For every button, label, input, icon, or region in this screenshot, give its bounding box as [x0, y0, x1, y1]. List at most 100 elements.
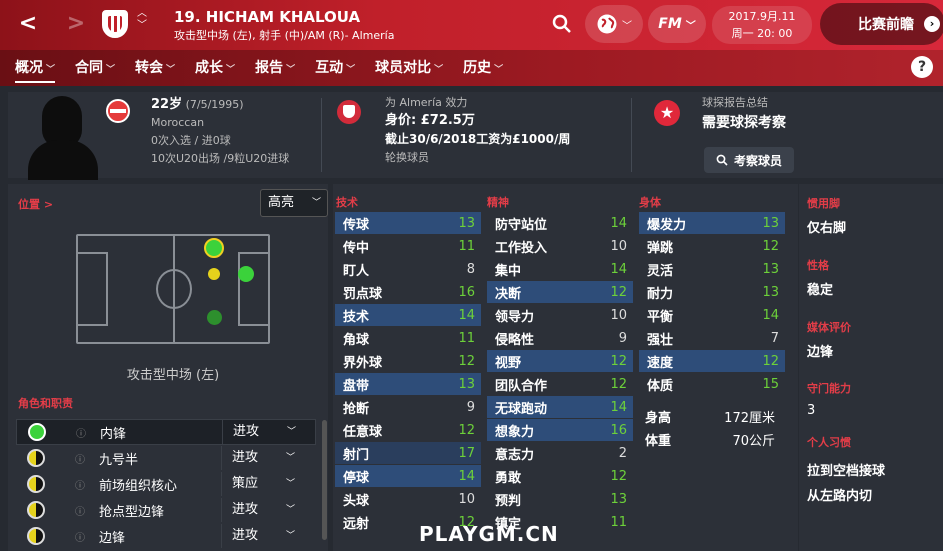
attribute-row[interactable]: 传中 11 [335, 235, 481, 257]
info-icon[interactable]: ⓘ [75, 477, 89, 492]
attribute-row[interactable]: 平衡 14 [639, 304, 785, 326]
attribute-row[interactable]: 技术 14 [335, 304, 481, 326]
role-name: 九号半 [99, 452, 139, 468]
attribute-row[interactable]: 团队合作 12 [487, 373, 633, 395]
scout-info: 球探报告总结 需要球探考察 [702, 94, 786, 133]
attribute-row[interactable]: 射门 17 [335, 442, 481, 464]
attribute-value: 12 [610, 353, 627, 369]
info-icon[interactable]: ⓘ [75, 503, 89, 518]
chevron-down-icon: ﹀ [434, 65, 444, 75]
role-row[interactable]: ⓘ 九号半 进攻 ﹀ [16, 445, 316, 471]
forward-arrow-icon[interactable]: > [64, 10, 88, 38]
attributes-panel: 技术 精神 身体 传球 13 传中 11 盯人 8 罚点球 16 技术 14 角球 11 界外球 12 盘带… [333, 184, 798, 551]
player-nationality[interactable]: Moroccan [151, 114, 289, 132]
attribute-row[interactable]: 停球 14 [335, 465, 481, 487]
attribute-row[interactable]: 侵略性 9 [487, 327, 633, 349]
plays-for[interactable]: 为 Almería 效力 [385, 94, 570, 112]
continue-button[interactable]: 比赛前瞻 › [820, 3, 943, 45]
tab-transfer[interactable]: 转会 ﹀ [135, 50, 175, 86]
attribute-row[interactable]: 想象力 16 [487, 419, 633, 441]
scout-player-button[interactable]: 考察球员 [704, 147, 794, 173]
attribute-row[interactable]: 领导力 10 [487, 304, 633, 326]
duty-dropdown[interactable]: 策应 ﹀ [221, 472, 303, 496]
technical-heading: 技术 [336, 196, 358, 209]
game-date[interactable]: 2017.9月.11 周一 20: 00 [712, 6, 812, 44]
role-row[interactable]: ⓘ 前场组织核心 策应 ﹀ [16, 471, 316, 497]
player-age: 22岁 [151, 97, 183, 112]
fm-menu-button[interactable]: FM ﹀ [648, 5, 706, 43]
attribute-row[interactable]: 视野 12 [487, 350, 633, 372]
attribute-row[interactable]: 任意球 12 [335, 419, 481, 441]
tab-overview[interactable]: 概况 ﹀ [15, 50, 56, 86]
attribute-row[interactable]: 速度 12 [639, 350, 785, 372]
tab-contract[interactable]: 合同 ﹀ [75, 50, 115, 86]
role-row[interactable]: ⓘ 边锋 进攻 ﹀ [16, 523, 316, 549]
help-icon[interactable]: ? [911, 56, 933, 78]
tab-development[interactable]: 成长 ﹀ [195, 50, 235, 86]
attribute-row[interactable]: 强壮 7 [639, 327, 785, 349]
attribute-row[interactable]: 防守站位 14 [487, 212, 633, 234]
attribute-row[interactable]: 耐力 13 [639, 281, 785, 303]
attribute-row[interactable]: 头球 10 [335, 488, 481, 510]
highlight-dropdown[interactable]: 高亮 ﹀ [260, 189, 328, 217]
attribute-row[interactable]: 角球 11 [335, 327, 481, 349]
attribute-name: 速度 [647, 355, 674, 371]
role-row[interactable]: ⓘ 抢点型边锋 进攻 ﹀ [16, 497, 316, 523]
duty-dropdown[interactable]: 进攻 ﹀ [222, 420, 304, 444]
tab-label: 报告 [255, 60, 284, 76]
attribute-name: 盘带 [343, 378, 370, 394]
attribute-value: 14 [762, 307, 779, 323]
gk-label: 守门能力 [807, 382, 851, 395]
attribute-row[interactable]: 爆发力 13 [639, 212, 785, 234]
info-icon[interactable]: ⓘ [76, 425, 90, 440]
position-caption: 攻击型中场 (左) [126, 368, 220, 383]
attribute-row[interactable]: 无球跑动 14 [487, 396, 633, 418]
attribute-row[interactable]: 勇敢 12 [487, 465, 633, 487]
roles-label: 角色和职责 [18, 397, 73, 410]
tab-interaction[interactable]: 互动 ﹀ [315, 50, 355, 86]
attribute-row[interactable]: 传球 13 [335, 212, 481, 234]
attribute-value: 13 [762, 215, 779, 231]
star-icon: ★ [654, 100, 680, 126]
attribute-value: 12 [610, 376, 627, 392]
attribute-row[interactable]: 抢断 9 [335, 396, 481, 418]
attribute-row[interactable]: 罚点球 16 [335, 281, 481, 303]
back-arrow-icon[interactable]: < [16, 10, 40, 38]
position-label[interactable]: 位置 > [18, 196, 53, 212]
position-panel: 位置 > 高亮 ﹀ 攻击型中场 (左) 角色和职责 ⓘ 内锋 进攻 ﹀ ⓘ 九号半 … [8, 184, 328, 551]
attribute-row[interactable]: 盘带 13 [335, 373, 481, 395]
dropdown-value: 高亮 [268, 195, 295, 210]
roles-scrollbar[interactable] [322, 420, 327, 540]
attribute-row[interactable]: 界外球 12 [335, 350, 481, 372]
info-icon[interactable]: ⓘ [75, 529, 89, 544]
attribute-name: 任意球 [343, 424, 383, 440]
search-button[interactable] [548, 5, 576, 43]
player-switch[interactable]: ︿ ﹀ [137, 8, 147, 32]
chevron-up-icon[interactable]: ︿ [137, 8, 147, 20]
duty-dropdown[interactable]: 进攻 ﹀ [221, 498, 303, 522]
attribute-name: 界外球 [343, 355, 383, 371]
attribute-row[interactable]: 意志力 2 [487, 442, 633, 464]
attribute-row[interactable]: 体质 15 [639, 373, 785, 395]
duty-dropdown[interactable]: 进攻 ﹀ [221, 524, 303, 548]
attribute-row[interactable]: 决断 12 [487, 281, 633, 303]
duty-dropdown[interactable]: 进攻 ﹀ [221, 446, 303, 470]
world-menu-button[interactable]: ﹀ [585, 5, 643, 43]
attribute-row[interactable]: 弹跳 12 [639, 235, 785, 257]
attribute-value: 10 [458, 491, 475, 507]
attribute-row[interactable]: 灵活 13 [639, 258, 785, 280]
attribute-row[interactable]: 工作投入 10 [487, 235, 633, 257]
attribute-row[interactable]: 盯人 8 [335, 258, 481, 280]
tab-history[interactable]: 历史 ﹀ [463, 50, 503, 86]
tab-reports[interactable]: 报告 ﹀ [255, 50, 295, 86]
info-icon[interactable]: ⓘ [75, 451, 89, 466]
attribute-row[interactable]: 预判 13 [487, 488, 633, 510]
attribute-name: 领导力 [495, 309, 535, 325]
tab-label: 球员对比 [375, 60, 432, 76]
chevron-down-icon[interactable]: ﹀ [137, 20, 147, 32]
attribute-row[interactable]: 集中 14 [487, 258, 633, 280]
tab-compare[interactable]: 球员对比 ﹀ [375, 50, 443, 86]
role-row[interactable]: ⓘ 内锋 进攻 ﹀ [16, 419, 316, 445]
scout-need: 需要球探考察 [702, 115, 786, 131]
role-rating-icon [28, 423, 46, 441]
